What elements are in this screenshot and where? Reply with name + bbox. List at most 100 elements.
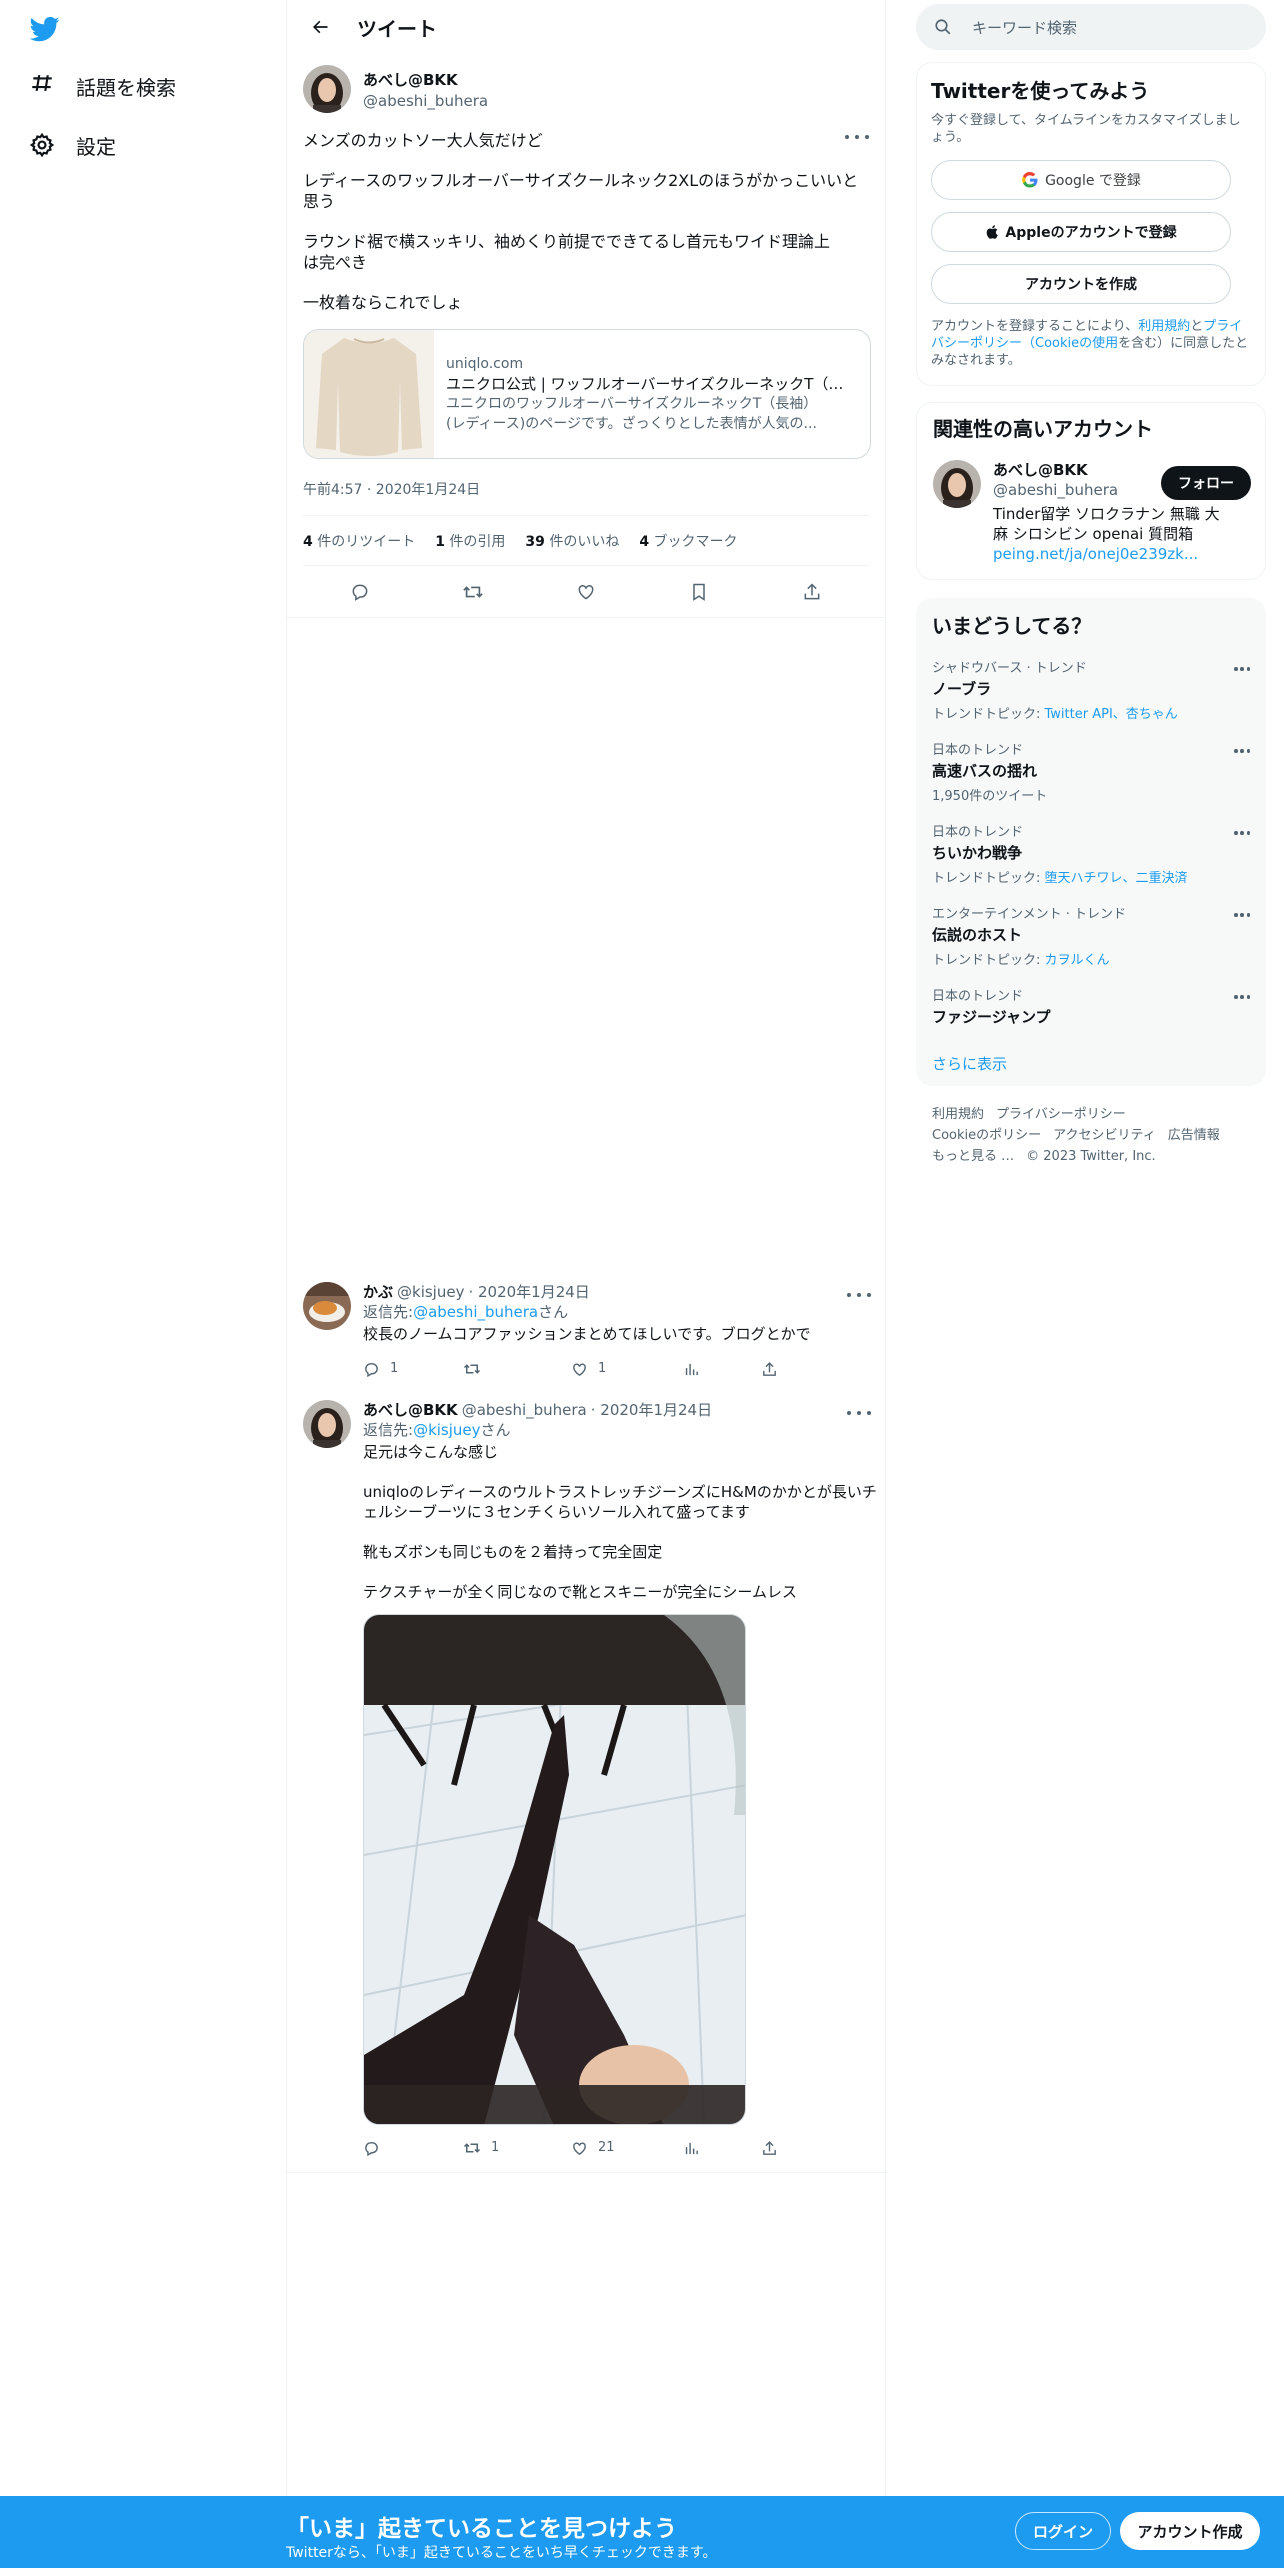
signup-title: Twitterを使ってみよう [931,79,1150,103]
author-name[interactable]: あべし@BKK [363,69,488,90]
nav-settings[interactable]: 設定 [28,125,116,165]
share-icon[interactable] [795,575,829,609]
follow-button[interactable]: フォロー [1161,466,1251,500]
reply-author-handle[interactable]: @kisjuey [397,1282,464,1302]
retweet-button[interactable] [463,1360,571,1378]
like-button[interactable]: 21 [571,2138,683,2158]
google-icon [1022,171,1038,188]
tweet-actions [287,566,885,618]
bottom-bar-title: 「いま」起きていることを見つけよう [286,2516,677,2542]
signup-button[interactable]: アカウント作成 [1120,2512,1260,2550]
retweet-count[interactable]: 4 件のリツイート [303,531,415,551]
footer-terms[interactable]: 利用規約 [932,1107,984,1122]
search-bar[interactable]: キーワード検索 [916,4,1266,50]
footer-more[interactable]: もっと見る … [932,1149,1014,1164]
reply-author-name[interactable]: あべし@BKK [363,1400,458,1420]
apple-icon [987,225,999,239]
trend-item[interactable]: 日本のトレンド 高速バスの揺れ 1,950件のツイート [932,739,1250,807]
footer-cookie[interactable]: Cookieのポリシー [932,1128,1041,1143]
trend-name: 伝説のホスト [932,926,1023,944]
bookmark-count[interactable]: 4 ブックマーク [639,531,737,551]
reply-avatar[interactable] [303,1400,351,1448]
trend-topics: トレンドトピック: 堕天ハチワレ、二重決済 [932,871,1188,886]
trend-name: 高速バスの揺れ [932,762,1038,780]
bookmark-icon[interactable] [682,575,716,609]
more-options-icon[interactable] [1234,913,1250,917]
views-button[interactable] [683,1361,761,1378]
nav-explore[interactable]: 話題を検索 [28,66,176,106]
reply-date[interactable]: · 2020年1月24日 [468,1282,589,1302]
footer-ads[interactable]: 広告情報 [1168,1128,1220,1143]
search-input[interactable]: キーワード検索 [972,17,1077,38]
trends-box: いまどうしてる？ シャドウバース · トレンド ノーブラ トレンドトピック: T… [916,598,1266,1086]
trend-context: 日本のトレンド [932,743,1024,758]
related-link[interactable]: peing.net/ja/onej0e239zk... [993,544,1233,564]
share-button[interactable] [761,1361,801,1378]
more-options-icon[interactable] [845,130,869,144]
retweet-icon[interactable] [456,575,490,609]
more-options-icon[interactable] [1234,995,1250,999]
cookie-link[interactable]: （Cookieの使用 [1022,336,1118,351]
author-avatar[interactable] [303,65,351,113]
reply-text: 校長のノームコアファッションまとめてほしいです。ブログとかで [363,1325,811,1343]
reply-icon[interactable] [343,575,377,609]
reply-author-handle[interactable]: @abeshi_buhera [462,1400,587,1420]
quote-count[interactable]: 1 件の引用 [435,531,505,551]
create-account-button[interactable]: アカウントを作成 [931,264,1231,304]
reply-icon [365,2141,378,2156]
more-options-icon[interactable] [1234,831,1250,835]
like-count[interactable]: 39 件のいいね [525,531,619,551]
author-handle[interactable]: @abeshi_buhera [363,92,488,110]
share-button[interactable] [761,2140,801,2157]
link-card[interactable]: uniqlo.com ユニクロ公式 | ワッフルオーバーサイズクルーネックT（長… [303,329,871,459]
reply-to-handle[interactable]: @abeshi_buhera [413,1302,538,1322]
like-icon[interactable] [569,575,603,609]
trend-item[interactable]: 日本のトレンド ちいかわ戦争 トレンドトピック: 堕天ハチワレ、二重決済 [932,821,1250,889]
login-button[interactable]: ログイン [1015,2512,1111,2550]
nav-explore-label: 話題を検索 [76,75,176,100]
more-options-icon[interactable] [1234,749,1250,753]
google-signup-button[interactable]: Google で登録 [931,160,1231,200]
reply-photo[interactable] [363,1614,746,2125]
reply-tweet[interactable]: あべし@BKK @abeshi_buhera · 2020年1月24日 返信先:… [287,1400,887,2161]
reply-date[interactable]: · 2020年1月24日 [591,1400,712,1420]
footer-privacy[interactable]: プライバシーポリシー [996,1107,1126,1122]
search-icon [935,19,951,35]
trends-title: いまどうしてる？ [932,614,1092,638]
footer-accessibility[interactable]: アクセシビリティ [1053,1128,1156,1143]
main-column: ツイート あべし@BKK @abeshi_buhera メンズのカットソー大人気… [286,0,887,2496]
reply-button[interactable] [363,2140,463,2157]
trend-context: シャドウバース · トレンド [932,661,1087,676]
show-more-link[interactable]: さらに表示 [932,1053,1250,1074]
apple-signup-button[interactable]: Appleのアカウントで登録 [931,212,1231,252]
card-description: ユニクロのワッフルオーバーサイズクルーネックT（長袖） [446,396,818,412]
share-icon [763,1361,776,1376]
related-avatar[interactable] [933,460,981,508]
retweet-button[interactable]: 1 [463,2138,571,2158]
tweet-paragraph: レディースのワッフルオーバーサイズクールネック2XLのほうがかっこいいと思う [303,171,859,211]
back-arrow-icon[interactable] [303,10,337,44]
more-options-icon[interactable] [847,1288,871,1302]
reply-to-handle[interactable]: @kisjuey [413,1420,480,1440]
trend-item[interactable]: シャドウバース · トレンド ノーブラ トレンドトピック: Twitter AP… [932,657,1250,725]
tweet-timestamp[interactable]: 午前4:57 · 2020年1月24日 [303,479,869,516]
card-domain: uniqlo.com [446,356,524,372]
trend-item[interactable]: エンターテインメント · トレンド 伝説のホスト トレンドトピック: カヲルくん [932,903,1250,971]
more-options-icon[interactable] [1234,667,1250,671]
more-options-icon[interactable] [847,1406,871,1420]
reply-avatar[interactable] [303,1282,351,1330]
reply-tweet[interactable]: かぶ @kisjuey · 2020年1月24日 返信先: @abeshi_bu… [287,1282,887,1382]
like-button[interactable]: 1 [571,1359,683,1379]
reply-paragraph: 靴もズボンも同じものを２着持って完全固定 [363,1543,663,1561]
trend-item[interactable]: 日本のトレンド ファジージャンプ [932,985,1250,1031]
bottom-bar-subtitle: Twitterなら、「いま」起きていることをいち早くチェックできます。 [286,2545,717,2561]
views-button[interactable] [683,2140,761,2157]
trend-context: 日本のトレンド [932,825,1024,840]
related-account[interactable]: あべし@BKK @abeshi_buhera Tinder留学 ソロクラナン 無… [933,460,1251,570]
reply-author-name[interactable]: かぶ [363,1282,393,1302]
terms-link[interactable]: 利用規約 [1138,319,1190,334]
signup-subtitle: 今すぐ登録して、タイムラインをカスタマイズしましょう。 [931,113,1241,145]
related-title: 関連性の高いアカウント [933,417,1153,441]
reply-button[interactable]: 1 [363,1359,463,1379]
twitter-logo-icon[interactable] [28,14,62,44]
